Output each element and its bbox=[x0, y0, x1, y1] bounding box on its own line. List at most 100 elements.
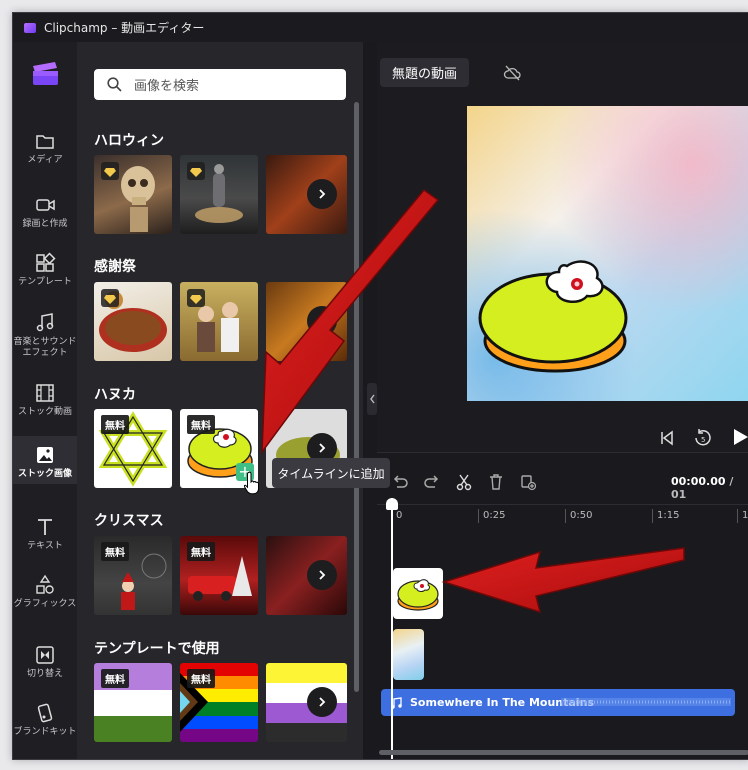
play-icon[interactable] bbox=[731, 428, 748, 446]
sidebar-item-stock-images[interactable]: ストック画像 bbox=[13, 436, 77, 484]
sidebar-item-media[interactable]: メディア bbox=[13, 130, 77, 166]
sidebar-item-transitions[interactable]: 切り替え bbox=[13, 644, 77, 680]
image-thumbnail[interactable]: 無料 bbox=[180, 663, 258, 742]
timeline: 00:00.00 / 01 0 0:25 0:50 1:15 1:40 Some… bbox=[377, 452, 748, 759]
video-preview[interactable] bbox=[467, 106, 748, 401]
search-placeholder: 画像を検索 bbox=[134, 79, 200, 94]
image-thumbnail[interactable] bbox=[180, 282, 258, 361]
image-thumbnail[interactable] bbox=[180, 155, 258, 234]
timeline-ruler[interactable]: 0 0:25 0:50 1:15 1:40 bbox=[377, 504, 748, 527]
sidebar: メディア 録画と作成 テンプレート 音楽とサウンドエフェクト ストック動画 スト… bbox=[13, 42, 77, 759]
image-thumbnail[interactable] bbox=[266, 663, 347, 742]
timecode-current: 00:00.00 bbox=[671, 475, 726, 488]
skip-back-icon[interactable] bbox=[659, 430, 675, 446]
sufganiyah-clip-thumbnail bbox=[397, 579, 439, 611]
search-icon bbox=[107, 77, 122, 92]
sidebar-item-text[interactable]: テキスト bbox=[13, 516, 77, 552]
chevron-left-icon bbox=[370, 394, 375, 404]
templates-icon bbox=[36, 252, 56, 272]
sidebar-item-stock-video[interactable]: ストック動画 bbox=[13, 382, 77, 418]
playback-controls: 5 bbox=[377, 422, 748, 452]
next-button[interactable] bbox=[307, 560, 337, 590]
next-button[interactable] bbox=[307, 179, 337, 209]
free-badge: 無料 bbox=[187, 669, 215, 688]
title-bar: Clipchamp – 動画エディター bbox=[13, 13, 748, 42]
image-thumbnail[interactable] bbox=[266, 155, 347, 234]
svg-text:5: 5 bbox=[701, 436, 705, 444]
shapes-icon bbox=[36, 574, 54, 594]
duplicate-icon[interactable] bbox=[519, 473, 537, 491]
chevron-right-icon bbox=[319, 697, 326, 707]
category-title: テンプレートで使用 bbox=[94, 641, 220, 657]
timeline-scrollbar[interactable] bbox=[379, 750, 748, 755]
add-to-timeline-button[interactable]: + bbox=[236, 463, 254, 481]
collapse-panel-button[interactable] bbox=[367, 383, 377, 415]
sidebar-item-templates[interactable]: テンプレート bbox=[13, 252, 77, 288]
folder-icon bbox=[36, 135, 54, 149]
sidebar-item-label: 録画と作成 bbox=[22, 219, 68, 229]
sidebar-item-record[interactable]: 録画と作成 bbox=[13, 194, 77, 230]
sidebar-item-label: テキスト bbox=[27, 541, 63, 551]
audio-clip[interactable]: Somewhere In The Mountains bbox=[381, 689, 735, 716]
category-title: ハロウィン bbox=[94, 133, 164, 149]
image-thumbnail[interactable]: 無料 bbox=[94, 409, 172, 488]
sidebar-item-label: ブランドキット bbox=[13, 727, 77, 737]
free-badge: 無料 bbox=[187, 542, 215, 561]
chevron-right-icon bbox=[319, 316, 326, 326]
image-thumbnail[interactable]: 無料 bbox=[180, 536, 258, 615]
redo-icon[interactable] bbox=[423, 473, 441, 491]
film-icon bbox=[36, 384, 54, 402]
sidebar-item-label: メディア bbox=[27, 155, 63, 165]
stock-images-panel: 画像を検索 ハロウィン 感謝祭 ハヌカ 無料 無料 クリスマス 無料 無料 テン… bbox=[77, 42, 363, 759]
image-icon bbox=[37, 447, 53, 463]
next-button[interactable] bbox=[307, 306, 337, 336]
sidebar-item-label: グラフィックス bbox=[13, 599, 77, 609]
playhead[interactable] bbox=[386, 498, 398, 759]
free-badge: 無料 bbox=[187, 415, 215, 434]
chevron-right-icon bbox=[319, 189, 326, 199]
next-button[interactable] bbox=[307, 687, 337, 717]
category-title: クリスマス bbox=[94, 513, 164, 529]
panel-scrollbar[interactable] bbox=[354, 102, 359, 692]
sidebar-item-graphics[interactable]: グラフィックス bbox=[13, 574, 77, 610]
image-clip[interactable] bbox=[393, 568, 443, 619]
image-thumbnail[interactable]: 無料 bbox=[94, 663, 172, 742]
free-badge: 無料 bbox=[101, 542, 129, 561]
image-thumbnail[interactable]: 無料 bbox=[94, 536, 172, 615]
premium-icon bbox=[101, 289, 119, 307]
project-title-button[interactable]: 無題の動画 bbox=[380, 58, 470, 87]
scissors-icon[interactable] bbox=[455, 473, 473, 491]
transition-icon bbox=[36, 646, 54, 664]
window-title: Clipchamp – 動画エディター bbox=[44, 21, 205, 35]
undo-icon[interactable] bbox=[391, 473, 409, 491]
ruler-tick: 1:40 bbox=[737, 509, 748, 523]
free-badge: 無料 bbox=[101, 669, 129, 688]
sidebar-item-label: 切り替え bbox=[26, 669, 63, 679]
clipchamp-logo[interactable] bbox=[30, 56, 62, 88]
free-badge: 無料 bbox=[101, 415, 129, 434]
cloud-off-icon[interactable] bbox=[503, 64, 521, 82]
music-note-icon bbox=[36, 313, 54, 332]
image-thumbnail[interactable] bbox=[266, 536, 347, 615]
image-thumbnail[interactable] bbox=[94, 155, 172, 234]
sidebar-item-label: テンプレート bbox=[18, 277, 72, 287]
search-input[interactable]: 画像を検索 bbox=[94, 69, 346, 100]
sidebar-item-label: ストック画像 bbox=[17, 469, 72, 479]
sidebar-item-label: ストック動画 bbox=[17, 407, 72, 417]
sidebar-item-music[interactable]: 音楽とサウンドエフェクト bbox=[13, 312, 77, 359]
rewind-5s-icon[interactable]: 5 bbox=[693, 428, 713, 448]
sidebar-item-label: 音楽とサウンドエフェクト bbox=[13, 337, 77, 358]
background-clip[interactable] bbox=[393, 629, 424, 680]
video-camera-icon bbox=[36, 199, 55, 211]
editor-main: 無題の動画 5 00:00.00 / 01 0 0:25 0:50 1:15 1… bbox=[377, 42, 748, 759]
premium-icon bbox=[187, 162, 205, 180]
brand-kit-icon bbox=[37, 703, 53, 723]
trash-icon[interactable] bbox=[487, 473, 505, 491]
image-thumbnail[interactable] bbox=[266, 282, 347, 361]
sidebar-item-brand-kit[interactable]: ブランドキット bbox=[13, 702, 77, 738]
preview-canvas bbox=[467, 106, 748, 401]
text-icon bbox=[38, 519, 52, 535]
category-title: 感謝祭 bbox=[94, 259, 136, 275]
ruler-tick: 1:15 bbox=[652, 509, 679, 523]
image-thumbnail[interactable] bbox=[94, 282, 172, 361]
